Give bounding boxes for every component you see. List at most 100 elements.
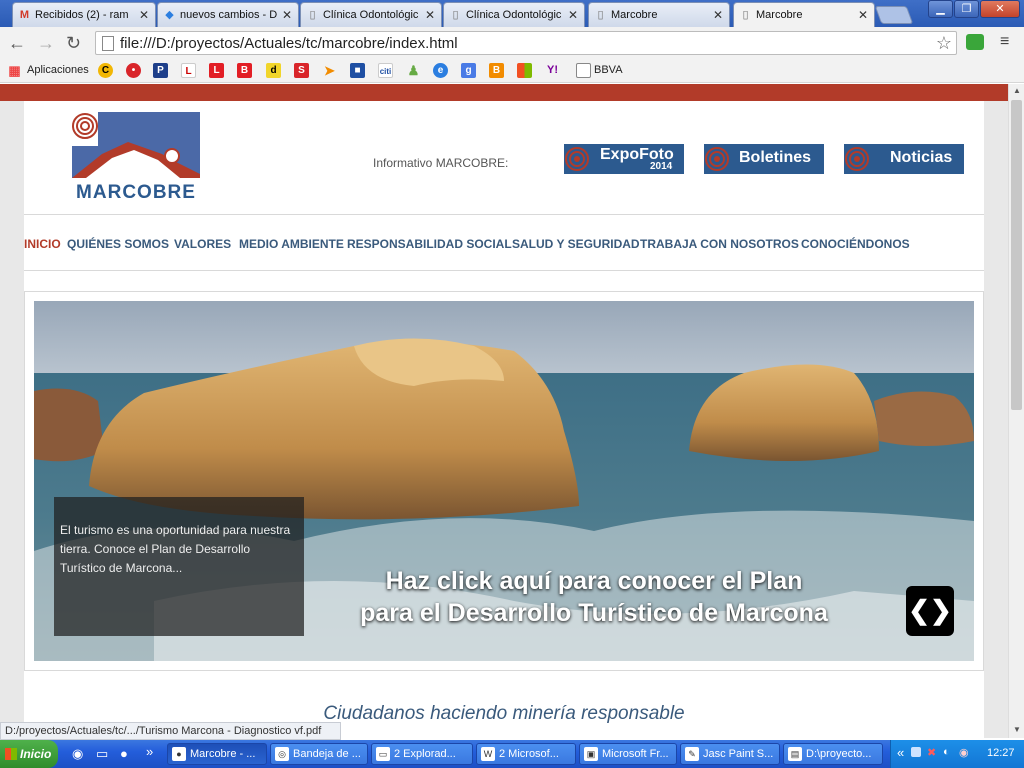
antivirus-icon[interactable]: ◉: [959, 746, 969, 759]
close-tab-icon[interactable]: ✕: [425, 8, 435, 22]
close-window-button[interactable]: ✕: [980, 0, 1020, 18]
bookmark-ie-icon[interactable]: e: [433, 63, 448, 78]
clock[interactable]: 12:27: [987, 747, 1015, 759]
nav-valores[interactable]: VALORES: [174, 237, 231, 251]
hero-slide[interactable]: El turismo es una oportunidad para nuest…: [34, 301, 974, 661]
page-icon: ▯: [742, 9, 749, 21]
bookmark-windows-icon[interactable]: [517, 63, 532, 78]
back-arrow-icon[interactable]: ←: [8, 33, 26, 53]
spiral-icon: [705, 147, 729, 171]
start-button[interactable]: Inicio: [0, 740, 58, 768]
slider-nav-arrows-icon[interactable]: ❮❯: [906, 586, 954, 636]
close-tab-icon[interactable]: ✕: [568, 8, 578, 22]
minimize-button[interactable]: ▁: [928, 0, 953, 18]
task-microsoft-frontpage[interactable]: ▣ Microsoft Fr...: [579, 743, 677, 765]
boletines-label: Boletines: [739, 149, 812, 166]
tab-gmail[interactable]: M Recibidos (2) - ram ✕: [12, 2, 156, 27]
tab-clinica-2[interactable]: ▯ Clínica Odontológic ✕: [443, 2, 585, 27]
task-label: Jasc Paint S...: [703, 748, 774, 760]
quicklaunch-chrome-icon[interactable]: ●: [120, 746, 128, 761]
bookmark-figure-icon[interactable]: ♟: [406, 63, 421, 78]
apps-grid-icon[interactable]: ▦: [7, 63, 22, 78]
bookmark-blogger-icon[interactable]: B: [489, 63, 504, 78]
boletines-badge[interactable]: Boletines: [704, 144, 824, 174]
forward-arrow-icon[interactable]: →: [37, 33, 55, 53]
scroll-thumb[interactable]: [1011, 100, 1022, 410]
page-scrollbar[interactable]: ▲ ▼: [1008, 84, 1024, 738]
bookmark-square-icon[interactable]: ■: [350, 63, 365, 78]
tab-marcobre-active[interactable]: ▯ Marcobre ✕: [733, 2, 875, 27]
extension-icon[interactable]: [966, 34, 984, 50]
task-label: D:\proyecto...: [806, 748, 872, 760]
task-bandeja[interactable]: ◎ Bandeja de ...: [270, 743, 368, 765]
url-text[interactable]: file:///D:/proyectos/Actuales/tc/marcobr…: [120, 35, 458, 52]
bookmark-s-icon[interactable]: S: [294, 63, 309, 78]
nav-inicio[interactable]: INICIO: [24, 237, 61, 251]
close-tab-icon[interactable]: ✕: [713, 8, 723, 22]
close-tab-icon[interactable]: ✕: [858, 8, 868, 22]
nav-quienes-somos[interactable]: QUIÉNES SOMOS: [67, 237, 169, 251]
browser-toolbar: ← → ↻ file:///D:/proyectos/Actuales/tc/m…: [0, 27, 1024, 59]
expofoto-badge[interactable]: ExpoFoto 2014: [564, 144, 684, 174]
informativo-label: Informativo MARCOBRE:: [373, 156, 509, 170]
nav-trabaja-con-nosotros[interactable]: TRABAJA CON NOSOTROS: [640, 237, 799, 251]
quicklaunch-ie-icon[interactable]: ◉: [72, 746, 83, 762]
tab-marcobre-1[interactable]: ▯ Marcobre ✕: [588, 2, 730, 27]
system-tray: « ✖ ◐ ◉ 12:27: [890, 740, 1024, 768]
slide-headline[interactable]: Haz click aquí para conocer el Plan para…: [334, 565, 854, 629]
close-tab-icon[interactable]: ✕: [139, 8, 149, 22]
reload-icon[interactable]: ↻: [66, 33, 81, 53]
quicklaunch-more-icon[interactable]: »: [146, 744, 153, 759]
tab-label: nuevos cambios - D: [180, 9, 278, 21]
bookmark-star-icon[interactable]: ☆: [936, 33, 952, 54]
bookmark-citi-icon[interactable]: citi: [378, 63, 393, 78]
scroll-up-icon[interactable]: ▲: [1013, 86, 1021, 95]
tab-label: Marcobre: [756, 9, 803, 21]
task-marcobre[interactable]: ● Marcobre - ...: [167, 743, 267, 765]
bookmark-l-icon[interactable]: L: [209, 63, 224, 78]
folder-icon: ▭: [376, 747, 390, 761]
nav-salud-seguridad[interactable]: SALUD Y SEGURIDAD: [512, 237, 640, 251]
task-label: 2 Microsof...: [499, 748, 559, 760]
scroll-down-icon[interactable]: ▼: [1013, 725, 1021, 734]
network-icon[interactable]: [911, 747, 921, 757]
mail-icon: ◎: [275, 747, 289, 761]
frontpage-icon: ▣: [584, 747, 598, 761]
task-proyecto-folder[interactable]: ▤ D:\proyecto...: [783, 743, 883, 765]
address-bar[interactable]: file:///D:/proyectos/Actuales/tc/marcobr…: [95, 31, 957, 55]
menu-icon[interactable]: ≡: [1000, 33, 1009, 51]
bookmark-comercio-icon[interactable]: C: [98, 63, 113, 78]
security-alert-icon[interactable]: ✖: [927, 746, 936, 759]
nav-responsabilidad-social[interactable]: RESPONSABILIDAD SOCIAL: [347, 237, 512, 251]
bookmark-arrow-icon[interactable]: ➤: [322, 63, 337, 78]
nav-conociendonos[interactable]: CONOCIÉNDONOS: [801, 237, 910, 251]
page-icon: ▯: [309, 9, 316, 21]
quicklaunch-folder-icon[interactable]: ▭: [96, 746, 108, 762]
tab-dropbox[interactable]: ◆ nuevos cambios - D ✕: [157, 2, 299, 27]
bookmarks-bar: ▦ Aplicaciones C • P L L B d S ➤ ■ citi …: [0, 59, 1024, 83]
bookmark-p21-icon[interactable]: P: [153, 63, 168, 78]
bookmark-bbva[interactable]: BBVA: [594, 64, 623, 76]
bookmark-yahoo-icon[interactable]: Y!: [545, 63, 560, 78]
spiral-icon: [845, 147, 869, 171]
task-jasc-paint[interactable]: ✎ Jasc Paint S...: [680, 743, 780, 765]
new-tab-button[interactable]: [874, 6, 914, 24]
noticias-badge[interactable]: Noticias: [844, 144, 964, 174]
bookmark-peru21-icon[interactable]: •: [126, 63, 141, 78]
bookmark-page-icon: [576, 63, 591, 78]
task-microsoft-word[interactable]: W 2 Microsof...: [476, 743, 576, 765]
bookmark-google-icon[interactable]: g: [461, 63, 476, 78]
bookmark-b-icon[interactable]: B: [237, 63, 252, 78]
logo-text: MARCOBRE: [76, 182, 196, 203]
task-explorador[interactable]: ▭ 2 Explorad...: [371, 743, 473, 765]
volume-icon[interactable]: ◐: [943, 746, 950, 758]
dropbox-icon: ◆: [165, 9, 174, 21]
tab-clinica-1[interactable]: ▯ Clínica Odontológic ✕: [300, 2, 442, 27]
nav-medio-ambiente[interactable]: MEDIO AMBIENTE: [239, 237, 344, 251]
close-tab-icon[interactable]: ✕: [282, 8, 292, 22]
tray-expand-icon[interactable]: «: [897, 745, 904, 760]
bookmark-lr-icon[interactable]: L: [181, 63, 196, 78]
maximize-button[interactable]: ❐: [954, 0, 979, 18]
bookmark-d-icon[interactable]: d: [266, 63, 281, 78]
bookmark-apps[interactable]: Aplicaciones: [27, 64, 89, 76]
